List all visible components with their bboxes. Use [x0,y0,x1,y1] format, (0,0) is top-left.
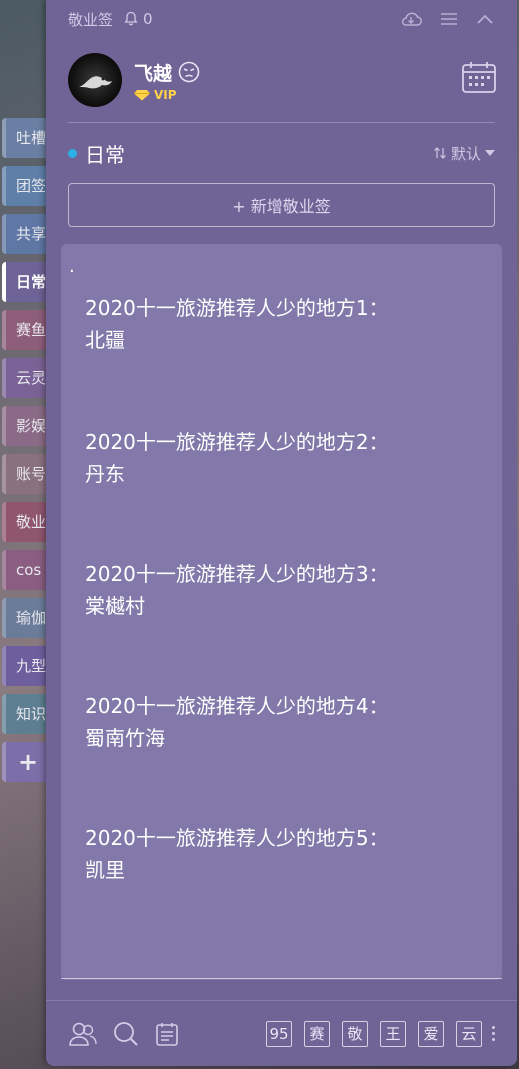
quick-key-list: 95 赛 敬 王 爱 云 [266,1020,482,1047]
tab-yujia[interactable]: 瑜伽 [2,598,52,638]
quick-key-wang[interactable]: 王 [380,1020,406,1047]
calendar-icon [462,62,496,93]
tab-zhanghao[interactable]: 账号 [2,454,52,494]
note-text-3: 2020十一旅游推荐人少的地方3： 棠樾村 [85,562,389,618]
notes-list-icon[interactable] [154,1021,180,1047]
tab-zhishi[interactable]: 知识 [2,694,52,734]
section-header: 日常 默认 [46,123,517,183]
bell-count: 0 [143,10,153,28]
sort-icon [434,147,446,159]
note-line-2: 2020十一旅游推荐人少的地方2： 丹东 [85,426,485,490]
user-profile: 飞越 VIP [46,38,517,122]
top-bar: 敬业签 0 [46,0,517,38]
tab-yunling[interactable]: 云灵 [2,358,52,398]
main-panel: 敬业签 0 飞越 VIP 日常 默认 + 新增敬业签 . 2020十一旅游推荐人… [46,0,517,1066]
tab-saiyu[interactable]: 赛鱼 [2,310,52,350]
bell-icon [124,11,138,26]
vip-label: VIP [154,87,177,102]
add-note-label: + 新增敬业签 [232,197,331,216]
note-line-3: 2020十一旅游推荐人少的地方3： 棠樾村 [85,558,485,622]
more-options-icon[interactable] [492,1026,495,1041]
sort-label: 默认 [450,144,481,163]
avatar[interactable] [68,53,122,107]
category-tab-list: 吐槽 团签 共享 日常 赛鱼 云灵 影娱 账号 敬业 cos 瑜伽 九型 知识 … [2,118,52,790]
quick-key-jing[interactable]: 敬 [342,1020,368,1047]
search-icon[interactable] [112,1020,140,1048]
tab-gongxiang[interactable]: 共享 [2,214,52,254]
quick-key-ai[interactable]: 爱 [418,1020,444,1047]
tab-tuanqian[interactable]: 团签 [2,166,52,206]
section-title: 日常 [85,142,125,167]
caret-down-icon [485,150,495,156]
tab-jiuxing[interactable]: 九型 [2,646,52,686]
sort-dropdown[interactable]: 默认 [433,143,495,164]
tab-jingye[interactable]: 敬业 [2,502,52,542]
calendar-button[interactable] [461,60,497,98]
add-note-button[interactable]: + 新增敬业签 [68,183,495,227]
contacts-icon[interactable] [68,1021,98,1047]
note-text-1: 2020十一旅游推荐人少的地方1： 北疆 [85,296,389,352]
note-bullet: . [69,256,75,277]
note-card[interactable]: . 2020十一旅游推荐人少的地方1： 北疆 2020十一旅游推荐人少的地方2：… [61,244,502,980]
diamond-icon [134,89,150,100]
menu-icon[interactable] [439,11,459,27]
quick-key-95[interactable]: 95 [266,1020,292,1047]
note-line-4: 2020十一旅游推荐人少的地方4： 蜀南竹海 [85,690,485,754]
note-text-5: 2020十一旅游推荐人少的地方5： 凯里 [85,826,389,882]
quick-key-sai[interactable]: 赛 [304,1020,330,1047]
user-name-row: 飞越 [134,59,200,86]
reminder-bell[interactable]: 0 [123,10,153,28]
add-tab-button[interactable]: + [2,742,52,782]
note-line-1: 2020十一旅游推荐人少的地方1： 北疆 [85,292,485,356]
cloud-sync-icon[interactable] [399,10,423,28]
angry-face-icon [178,61,200,83]
user-name: 飞越 [134,62,173,85]
section-color-dot [68,148,77,158]
vip-badge: VIP [134,88,200,102]
tab-richang[interactable]: 日常 [2,262,52,302]
tab-yingyu[interactable]: 影娱 [2,406,52,446]
note-text-2: 2020十一旅游推荐人少的地方2： 丹东 [85,430,389,486]
avatar-image [79,76,112,89]
collapse-chevron-up-icon[interactable] [475,12,495,26]
tab-cos[interactable]: cos [2,550,52,590]
bottom-toolbar: 95 赛 敬 王 爱 云 [46,1000,517,1066]
tab-tucao[interactable]: 吐槽 [2,118,52,158]
note-bottom-line [61,978,502,979]
app-title: 敬业签 [68,10,114,29]
note-line-5: 2020十一旅游推荐人少的地方5： 凯里 [85,822,485,886]
note-text-4: 2020十一旅游推荐人少的地方4： 蜀南竹海 [85,694,389,750]
quick-key-yun[interactable]: 云 [456,1020,482,1047]
